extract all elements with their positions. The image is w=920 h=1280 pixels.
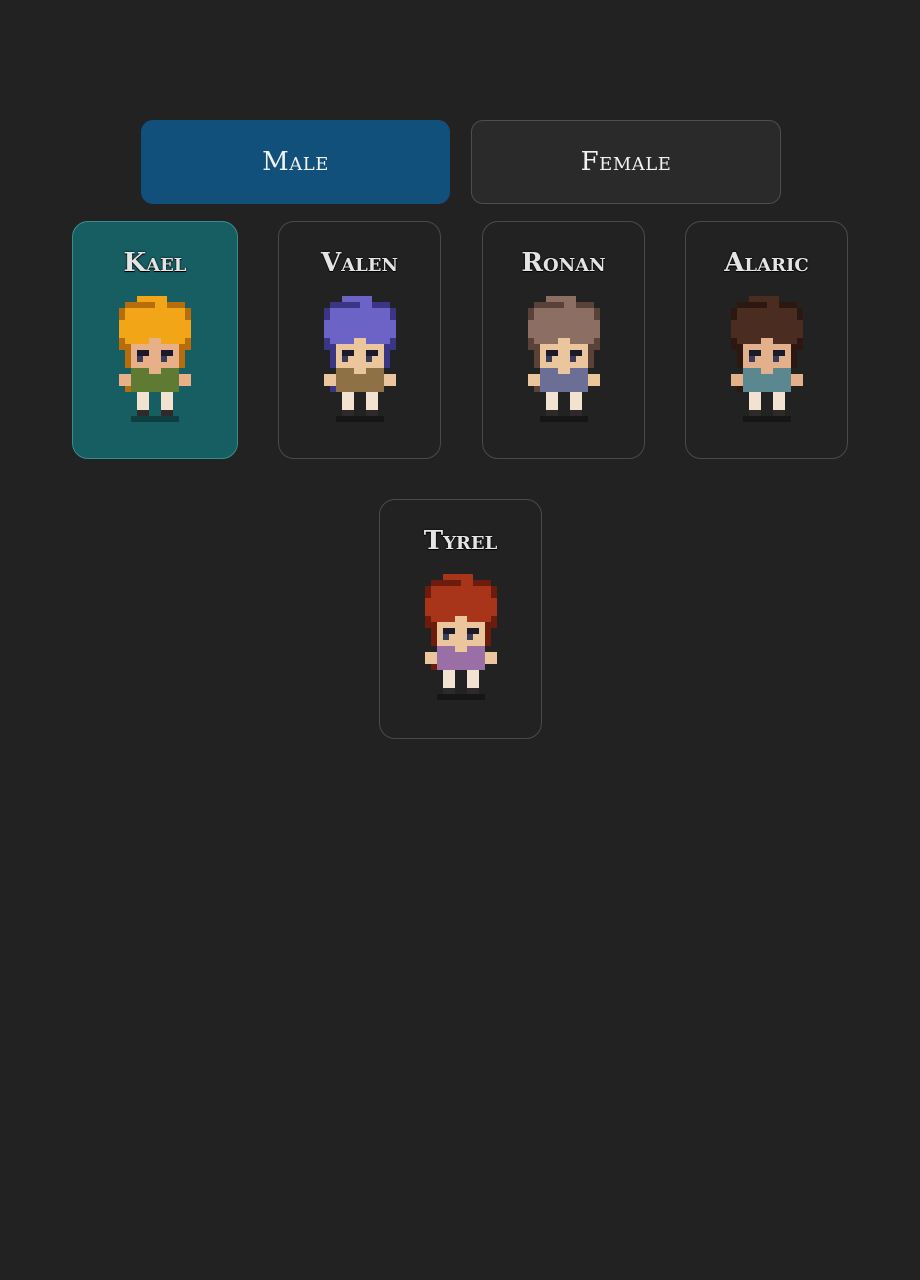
tab-male[interactable]: Male (141, 120, 450, 204)
gender-tabs: Male Female (141, 120, 781, 204)
character-card-tyrel[interactable]: Tyrel (379, 499, 542, 739)
character-name: Kael (123, 248, 187, 278)
character-card-ronan[interactable]: Ronan (482, 221, 645, 459)
character-card-valen[interactable]: Valen (278, 221, 441, 459)
character-card-alaric[interactable]: Alaric (685, 221, 848, 459)
character-sprite (516, 294, 612, 430)
character-name: Alaric (724, 248, 809, 278)
character-sprite (107, 294, 203, 430)
tab-female[interactable]: Female (471, 120, 781, 204)
character-name: Valen (321, 248, 398, 278)
character-sprite (413, 572, 509, 708)
character-card-kael[interactable]: Kael (72, 221, 238, 459)
character-sprite (719, 294, 815, 430)
character-name: Ronan (521, 248, 606, 278)
character-name: Tyrel (423, 526, 498, 556)
character-sprite (312, 294, 408, 430)
